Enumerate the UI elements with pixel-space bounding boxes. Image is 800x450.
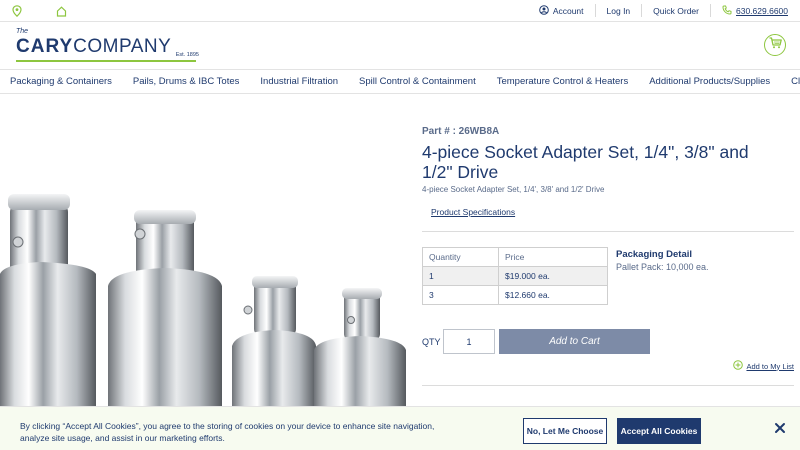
nav-clearance[interactable]: Clearance: [791, 76, 800, 87]
qty-label: QTY: [422, 337, 441, 347]
logo-cary: CARY: [16, 36, 74, 57]
account-label: Account: [552, 5, 584, 16]
add-to-cart-button[interactable]: Add to Cart: [499, 329, 650, 354]
divider-top: [422, 231, 794, 232]
logo-company: COMPANY: [73, 36, 172, 57]
row-price: $12.660 ea.: [498, 285, 608, 305]
login-label: Log In: [606, 5, 631, 16]
close-icon[interactable]: [773, 421, 787, 435]
nav-industrial-filtration[interactable]: Industrial Filtration: [260, 76, 359, 87]
user-icon: [539, 4, 549, 17]
location-pin-icon[interactable]: [12, 4, 22, 22]
adapter-large: [0, 194, 96, 420]
cookie-reject-button[interactable]: No, Let Me Choose: [523, 418, 607, 444]
phone-link[interactable]: 630.629.6600: [711, 4, 788, 17]
home-icon[interactable]: [56, 4, 67, 22]
add-to-my-list-label: Add to My List: [746, 361, 794, 371]
divider-bottom: [422, 385, 794, 386]
adapter-small: [232, 276, 316, 420]
utility-links: Account Log In Quick Order 630.629.6600: [528, 0, 788, 21]
plus-circle-icon: [733, 360, 744, 372]
price-table: Quantity Price 1 $19.000 ea. 3 $12.660 e…: [422, 247, 608, 305]
logo-underline: [16, 60, 196, 62]
main-nav: Packaging & Containers Pails, Drums & IB…: [0, 70, 800, 94]
nav-temperature-control[interactable]: Temperature Control & Heaters: [497, 76, 649, 87]
header-quantity: Quantity: [422, 247, 499, 267]
row-quantity: 3: [422, 285, 499, 305]
price-table-header: Quantity Price: [422, 247, 608, 267]
logo-wordmark: CARYCOMPANY: [16, 36, 171, 58]
nav-additional-products[interactable]: Additional Products/Supplies: [649, 76, 791, 87]
login-link[interactable]: Log In: [596, 4, 643, 17]
table-row: 3 $12.660 ea.: [422, 285, 608, 305]
cookie-accept-button[interactable]: Accept All Cookies: [617, 418, 701, 444]
site-header: The CARYCOMPANY Est. 1895: [0, 22, 800, 70]
quick-order-link[interactable]: Quick Order: [642, 4, 711, 17]
cart-icon: [769, 36, 782, 54]
row-quantity: 1: [422, 266, 499, 286]
quantity-input[interactable]: [443, 329, 495, 354]
cookie-message: By clicking “Accept All Cookies”, you ag…: [20, 421, 435, 443]
product-subtitle: 4-piece Socket Adapter Set, 1/4', 3/8' a…: [422, 185, 605, 194]
utility-bar: Account Log In Quick Order 630.629.6600: [0, 0, 800, 22]
phone-number: 630.629.6600: [736, 5, 788, 16]
product-image[interactable]: [0, 190, 410, 420]
adapter-medium: [108, 210, 222, 420]
nav-pails-drums-totes[interactable]: Pails, Drums & IBC Totes: [133, 76, 260, 87]
packaging-detail-title: Packaging Detail: [616, 249, 693, 260]
nav-spill-control[interactable]: Spill Control & Containment: [359, 76, 497, 87]
part-number: Part # : 26WB8A: [422, 126, 500, 137]
packaging-detail-text: Pallet Pack: 10,000 ea.: [616, 262, 709, 272]
phone-icon: [722, 5, 732, 17]
account-link[interactable]: Account: [528, 4, 596, 17]
product-specifications-link[interactable]: Product Specifications: [431, 207, 515, 217]
add-to-my-list-link[interactable]: Add to My List: [733, 360, 794, 372]
quick-order-label: Quick Order: [653, 5, 699, 16]
adapter-smallest: [314, 288, 406, 420]
table-row: 1 $19.000 ea.: [422, 266, 608, 286]
header-price: Price: [498, 247, 608, 267]
product-title: 4-piece Socket Adapter Set, 1/4", 3/8" a…: [422, 142, 749, 182]
nav-packaging-containers[interactable]: Packaging & Containers: [10, 76, 133, 87]
utility-left: [12, 4, 67, 22]
logo-est: Est. 1895: [175, 52, 199, 58]
cart-button[interactable]: [764, 34, 786, 56]
company-logo[interactable]: The CARYCOMPANY Est. 1895: [16, 28, 201, 64]
logo-the: The: [16, 28, 29, 35]
cookie-banner: By clicking “Accept All Cookies”, you ag…: [0, 406, 800, 450]
row-price: $19.000 ea.: [498, 266, 608, 286]
